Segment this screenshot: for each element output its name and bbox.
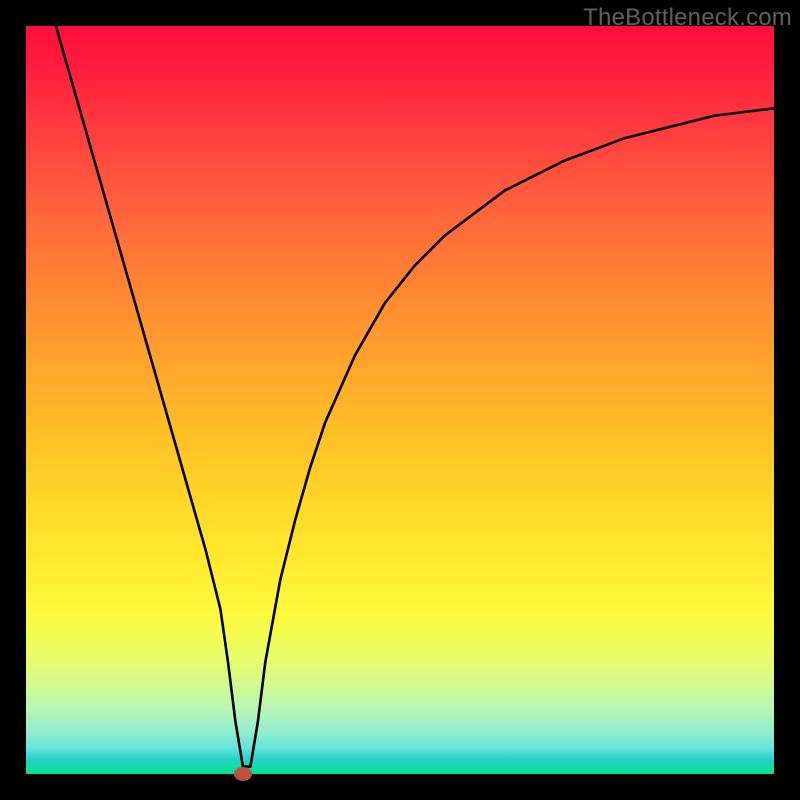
bottleneck-curve-path: [56, 26, 774, 767]
curve-svg: [26, 26, 774, 774]
attribution-text: TheBottleneck.com: [583, 4, 792, 32]
chart-frame: TheBottleneck.com: [0, 0, 800, 800]
minimum-marker: [234, 767, 252, 781]
plot-area: [26, 26, 774, 774]
